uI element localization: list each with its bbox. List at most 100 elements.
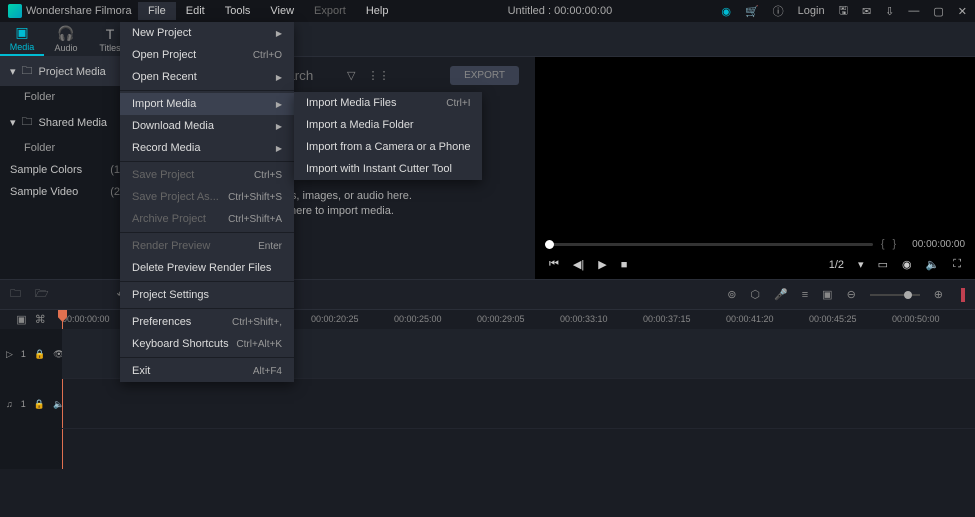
tab-media[interactable]: ▣ Media bbox=[0, 22, 44, 56]
zoom-in-button[interactable]: ⊕ bbox=[934, 288, 943, 301]
menu-item-import-from-a-camera-or-a-phone[interactable]: Import from a Camera or a Phone bbox=[294, 136, 482, 158]
stop-button[interactable]: ■ bbox=[621, 259, 628, 271]
sidebar-folder-2[interactable]: Folder bbox=[0, 137, 130, 159]
menu-item-label: Preferences bbox=[132, 316, 191, 328]
support-icon[interactable]: ◉ bbox=[721, 5, 731, 18]
timeline-mode-icon[interactable]: ▣ bbox=[16, 313, 26, 326]
play-button[interactable]: ▶ bbox=[598, 258, 606, 271]
menu-item-archive-project: Archive ProjectCtrl+Shift+A bbox=[120, 208, 294, 230]
folder-icon: 🗀 bbox=[22, 113, 33, 132]
sidebar-sample-colors[interactable]: Sample Colors (1 bbox=[0, 159, 130, 181]
render-icon[interactable]: ⊚ bbox=[727, 288, 736, 301]
chevron-down-icon: ▾ bbox=[10, 116, 16, 129]
menu-help[interactable]: Help bbox=[356, 2, 399, 20]
menu-item-exit[interactable]: ExitAlt+F4 bbox=[120, 360, 294, 382]
menu-item-new-project[interactable]: New Project▶ bbox=[120, 22, 294, 44]
zoom-out-button[interactable]: ⊖ bbox=[847, 288, 856, 301]
maximize-button[interactable]: ▢ bbox=[933, 5, 943, 18]
sidebar-sample-video[interactable]: Sample Video (2 bbox=[0, 181, 130, 203]
shortcut-label: Ctrl+Alt+K bbox=[236, 339, 282, 350]
import-folder-icon[interactable]: 🗁 bbox=[35, 285, 49, 304]
shortcut-label: Ctrl+I bbox=[446, 98, 470, 109]
chevron-down-icon[interactable]: ▾ bbox=[858, 258, 864, 271]
media-sidebar: ▾ 🗀 Project Media Folder ▾ 🗀 Shared Medi… bbox=[0, 57, 130, 279]
audio-track[interactable] bbox=[62, 379, 975, 429]
menu-item-label: Delete Preview Render Files bbox=[132, 262, 271, 274]
menu-item-import-media[interactable]: Import Media▶ bbox=[120, 93, 294, 115]
video-track-header[interactable]: ▷ 1 🔒 👁 bbox=[0, 329, 62, 379]
display-icon[interactable]: ▭ bbox=[878, 258, 888, 271]
preview-scrubber[interactable] bbox=[545, 243, 873, 246]
voiceover-icon[interactable]: 🎤 bbox=[774, 288, 788, 301]
menu-item-delete-preview-render-files[interactable]: Delete Preview Render Files bbox=[120, 257, 294, 279]
volume-icon[interactable]: 🔈 bbox=[926, 258, 940, 271]
fullscreen-icon[interactable]: ⛶ bbox=[953, 258, 961, 271]
track-icon: ♫ bbox=[6, 399, 13, 409]
track-icon: ▷ bbox=[6, 349, 13, 360]
menu-view[interactable]: View bbox=[260, 2, 304, 20]
menu-item-label: Open Project bbox=[132, 49, 196, 61]
preview-panel: {} 00:00:00:00 ⏮ ◀| ▶ ■ 1/2 ▾ ▭ ◉ 🔈 ⛶ bbox=[535, 57, 975, 279]
zoom-ratio[interactable]: 1/2 bbox=[829, 259, 844, 271]
menu-item-keyboard-shortcuts[interactable]: Keyboard Shortcuts Ctrl+Alt+K bbox=[120, 333, 294, 355]
tab-audio[interactable]: 🎧 Audio bbox=[44, 22, 88, 56]
login-link[interactable]: Login bbox=[798, 5, 825, 17]
shortcut-label: Enter bbox=[258, 241, 282, 252]
shortcut-label: Ctrl+Shift+A bbox=[228, 214, 282, 225]
sidebar-shared-media[interactable]: ▾ 🗀 Shared Media bbox=[0, 108, 130, 137]
menu-item-label: Import a Media Folder bbox=[306, 119, 414, 131]
menu-item-import-a-media-folder[interactable]: Import a Media Folder bbox=[294, 114, 482, 136]
folder-icon: 🗀 bbox=[22, 62, 33, 81]
zoom-slider[interactable] bbox=[870, 294, 920, 296]
user-icon[interactable]: ⇩ bbox=[885, 5, 894, 18]
timeline-link-icon[interactable]: ⌘ bbox=[35, 313, 46, 326]
lock-icon[interactable]: 🔒 bbox=[34, 349, 45, 360]
menu-item-preferences[interactable]: PreferencesCtrl+Shift+, bbox=[120, 311, 294, 333]
menu-item-save-project-as-: Save Project As...Ctrl+Shift+S bbox=[120, 186, 294, 208]
menu-item-label: Import from a Camera or a Phone bbox=[306, 141, 470, 153]
menu-item-open-project[interactable]: Open ProjectCtrl+O bbox=[120, 44, 294, 66]
info-icon[interactable]: ⓘ bbox=[773, 3, 784, 19]
sidebar-item-label: Sample Colors bbox=[10, 164, 82, 176]
menu-item-label: Exit bbox=[132, 365, 150, 377]
step-back-button[interactable]: ◀| bbox=[573, 258, 584, 271]
tab-label: Audio bbox=[54, 43, 77, 53]
menu-item-label: Keyboard Shortcuts bbox=[132, 338, 229, 350]
prev-frame-button[interactable]: ⏮ bbox=[549, 258, 559, 271]
sidebar-folder-1[interactable]: Folder bbox=[0, 86, 130, 108]
grid-view-icon[interactable]: ⋮⋮ bbox=[367, 69, 389, 82]
menu-item-project-settings[interactable]: Project Settings bbox=[120, 284, 294, 306]
filter-icon[interactable]: ▽ bbox=[347, 69, 355, 82]
audio-track-header[interactable]: ♫ 1 🔒 🔈 bbox=[0, 379, 62, 429]
menu-edit[interactable]: Edit bbox=[176, 2, 215, 20]
mixer-icon[interactable]: ≡ bbox=[802, 289, 808, 301]
menu-file[interactable]: File bbox=[138, 2, 176, 20]
ruler-mark: 00:00:20:25 bbox=[311, 310, 394, 329]
sidebar-project-media[interactable]: ▾ 🗀 Project Media bbox=[0, 57, 130, 86]
save-icon[interactable]: 🖫 bbox=[839, 2, 848, 21]
new-folder-icon[interactable]: 🗀 bbox=[10, 285, 21, 304]
crop-icon[interactable]: ▣ bbox=[822, 288, 832, 301]
menu-item-label: Import Media Files bbox=[306, 97, 396, 109]
file-dropdown: New Project▶Open ProjectCtrl+OOpen Recen… bbox=[120, 22, 294, 382]
export-button[interactable]: EXPORT bbox=[450, 66, 519, 85]
submenu-arrow-icon: ▶ bbox=[276, 122, 282, 131]
menu-item-download-media[interactable]: Download Media▶ bbox=[120, 115, 294, 137]
minimize-button[interactable]: — bbox=[908, 5, 919, 17]
mail-icon[interactable]: ✉ bbox=[862, 5, 871, 18]
menu-item-record-media[interactable]: Record Media▶ bbox=[120, 137, 294, 159]
menu-item-open-recent[interactable]: Open Recent▶ bbox=[120, 66, 294, 88]
menu-item-label: Import with Instant Cutter Tool bbox=[306, 163, 452, 175]
marker-icon[interactable]: ⬡ bbox=[750, 288, 760, 301]
lock-icon[interactable]: 🔒 bbox=[34, 399, 45, 410]
cart-icon[interactable]: 🛒 bbox=[745, 5, 759, 18]
track-number: 1 bbox=[21, 349, 26, 359]
count-label: (2 bbox=[110, 186, 120, 198]
menu-item-import-with-instant-cutter-tool[interactable]: Import with Instant Cutter Tool bbox=[294, 158, 482, 180]
snapshot-icon[interactable]: ◉ bbox=[902, 258, 912, 271]
menu-export[interactable]: Export bbox=[304, 2, 356, 20]
ruler-mark: 00:00:37:15 bbox=[643, 310, 726, 329]
menu-tools[interactable]: Tools bbox=[215, 2, 261, 20]
close-button[interactable]: ✕ bbox=[958, 5, 967, 18]
menu-item-import-media-files[interactable]: Import Media Files Ctrl+I bbox=[294, 92, 482, 114]
